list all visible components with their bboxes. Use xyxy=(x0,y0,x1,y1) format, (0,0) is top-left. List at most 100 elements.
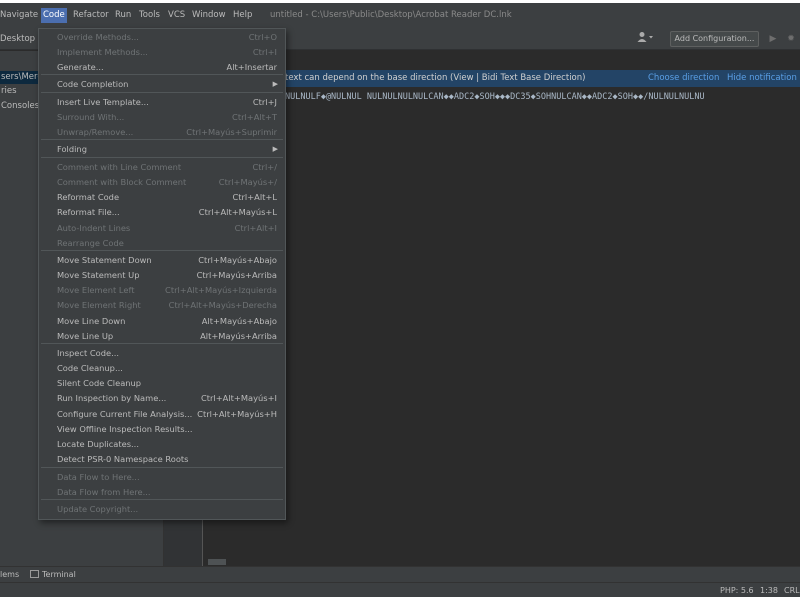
menu-item-shortcut: Ctrl+Alt+Mayús+I xyxy=(200,393,277,403)
menu-run[interactable]: Run xyxy=(115,8,131,23)
menu-item-label: Configure Current File Analysis... xyxy=(57,409,193,419)
menu-item-implement-methods[interactable]: Implement Methods... Ctrl+I xyxy=(39,45,285,60)
notification-banner: text can depend on the base direction (V… xyxy=(204,70,800,87)
menu-item-view-offline-inspection-results[interactable]: View Offline Inspection Results... xyxy=(39,422,285,437)
horizontal-scrollbar[interactable] xyxy=(208,559,226,565)
status-bar: PHP: 5.6 1:38 CRL xyxy=(0,582,800,597)
menu-item-label: Move Element Right xyxy=(57,300,141,310)
menu-item-label: Insert Live Template... xyxy=(57,97,149,107)
menu-vcs[interactable]: VCS xyxy=(168,8,185,23)
menu-item-folding[interactable]: Folding ▶ xyxy=(39,142,285,157)
menu-item-update-copyright[interactable]: Update Copyright... xyxy=(39,502,285,517)
menu-item-shortcut: Ctrl+/ xyxy=(252,162,277,172)
menu-item-rearrange-code[interactable]: Rearrange Code xyxy=(39,236,285,251)
menu-item-label: Comment with Block Comment xyxy=(57,177,187,187)
menu-item-reformat-file[interactable]: Reformat File... Ctrl+Alt+Mayús+L xyxy=(39,205,285,220)
caret-position[interactable]: 1:38 xyxy=(760,585,778,597)
menu-item-shortcut: Ctrl+Alt+L xyxy=(232,192,277,202)
menu-item-move-line-down[interactable]: Move Line Down Alt+Mayús+Abajo xyxy=(39,314,285,329)
menu-item-detect-psr-0-namespace-roots[interactable]: Detect PSR-0 Namespace Roots xyxy=(39,452,285,467)
menu-navigate[interactable]: Navigate xyxy=(0,8,38,23)
menu-help[interactable]: Help xyxy=(233,8,252,23)
menu-item-move-element-right[interactable]: Move Element Right Ctrl+Alt+Mayús+Derecha xyxy=(39,298,285,313)
add-configuration-button[interactable]: Add Configuration... xyxy=(670,31,759,47)
terminal-icon xyxy=(30,570,39,578)
terminal-tab-label: Terminal xyxy=(42,570,76,579)
menu-item-surround-with[interactable]: Surround With... Ctrl+Alt+T xyxy=(39,110,285,125)
menu-separator xyxy=(41,467,283,468)
editor-area[interactable] xyxy=(204,51,800,566)
menu-item-label: Folding xyxy=(57,144,87,154)
choose-direction-link[interactable]: Choose direction xyxy=(648,70,719,87)
menu-item-move-statement-up[interactable]: Move Statement Up Ctrl+Mayús+Arriba xyxy=(39,268,285,283)
menu-item-unwrap-remove[interactable]: Unwrap/Remove... Ctrl+Mayús+Suprimir xyxy=(39,125,285,140)
menu-tools[interactable]: Tools xyxy=(139,8,160,23)
menu-item-comment-with-block-comment[interactable]: Comment with Block Comment Ctrl+Mayús+/ xyxy=(39,175,285,190)
run-icon[interactable]: ▶ xyxy=(766,31,780,47)
menu-item-label: Auto-Indent Lines xyxy=(57,223,131,233)
menu-item-label: Move Statement Down xyxy=(57,255,152,265)
menu-item-inspect-code[interactable]: Inspect Code... xyxy=(39,346,285,361)
menu-item-label: Code Cleanup... xyxy=(57,363,123,373)
debug-icon[interactable]: ✹ xyxy=(784,31,798,47)
menu-item-label: Run Inspection by Name... xyxy=(57,393,167,403)
menu-item-label: Unwrap/Remove... xyxy=(57,127,134,137)
submenu-arrow-icon: ▶ xyxy=(272,80,278,88)
menu-item-label: Move Line Up xyxy=(57,331,114,341)
menu-code[interactable]: Code xyxy=(41,8,67,23)
menu-item-label: Rearrange Code xyxy=(57,238,124,248)
menu-item-label: Override Methods... xyxy=(57,32,139,42)
menu-item-label: Code Completion xyxy=(57,79,129,89)
menu-item-label: Data Flow from Here... xyxy=(57,487,151,497)
menu-item-shortcut: Ctrl+Alt+T xyxy=(232,112,277,122)
menu-item-label: Move Line Down xyxy=(57,316,126,326)
breadcrumb[interactable]: Desktop xyxy=(0,32,35,46)
menu-item-shortcut: Alt+Insertar xyxy=(226,62,277,72)
menu-item-label: Generate... xyxy=(57,62,104,72)
menu-separator xyxy=(41,499,283,500)
notification-text: text can depend on the base direction (V… xyxy=(285,73,586,83)
menu-item-data-flow-to-here[interactable]: Data Flow to Here... xyxy=(39,470,285,485)
menu-window[interactable]: Window xyxy=(192,8,226,23)
php-version[interactable]: PHP: 5.6 xyxy=(720,585,754,597)
menu-separator xyxy=(41,92,283,93)
menu-separator xyxy=(41,157,283,158)
hide-notification-link[interactable]: Hide notification xyxy=(727,70,797,87)
menu-item-move-line-up[interactable]: Move Line Up Alt+Mayús+Arriba xyxy=(39,329,285,344)
window-title: untitled - C:\Users\Public\Desktop\Acrob… xyxy=(270,10,512,20)
menu-item-data-flow-from-here[interactable]: Data Flow from Here... xyxy=(39,485,285,500)
menu-item-reformat-code[interactable]: Reformat Code Ctrl+Alt+L xyxy=(39,190,285,205)
menu-item-label: Detect PSR-0 Namespace Roots xyxy=(57,454,189,464)
menu-separator xyxy=(41,250,283,251)
menu-item-run-inspection-by-name[interactable]: Run Inspection by Name... Ctrl+Alt+Mayús+… xyxy=(39,391,285,406)
menu-item-label: Surround With... xyxy=(57,112,125,122)
menu-item-shortcut: Ctrl+Alt+Mayús+Izquierda xyxy=(165,285,277,295)
menu-item-label: View Offline Inspection Results... xyxy=(57,424,193,434)
code-menu-dropdown: Override Methods... Ctrl+O Implement Metho… xyxy=(38,28,286,520)
menu-item-code-completion[interactable]: Code Completion ▶ xyxy=(39,77,285,92)
menu-item-shortcut: Ctrl+Mayús+Abajo xyxy=(198,255,277,265)
line-separator[interactable]: CRL xyxy=(784,585,800,597)
menu-item-comment-with-line-comment[interactable]: Comment with Line Comment Ctrl+/ xyxy=(39,160,285,175)
menu-item-configure-current-file-analysis[interactable]: Configure Current File Analysis... Ctrl+A… xyxy=(39,407,285,422)
menu-item-code-cleanup[interactable]: Code Cleanup... xyxy=(39,361,285,376)
editor-code-line[interactable]: NULNULF◆@NULNUL NULNULNULNULCAN◆◆ADC2◆SO… xyxy=(285,91,800,104)
menu-item-silent-code-cleanup[interactable]: Silent Code Cleanup xyxy=(39,376,285,391)
menu-item-shortcut: Alt+Mayús+Arriba xyxy=(200,331,277,341)
menu-item-auto-indent-lines[interactable]: Auto-Indent Lines Ctrl+Alt+I xyxy=(39,221,285,236)
terminal-tab[interactable]: Terminal xyxy=(30,569,76,581)
menu-item-label: Comment with Line Comment xyxy=(57,162,182,172)
menu-item-insert-live-template[interactable]: Insert Live Template... Ctrl+J xyxy=(39,95,285,110)
problems-tab[interactable]: lems xyxy=(0,569,19,581)
menu-item-move-element-left[interactable]: Move Element Left Ctrl+Alt+Mayús+Izquierd… xyxy=(39,283,285,298)
user-icon[interactable] xyxy=(637,31,659,47)
menu-item-shortcut: Ctrl+I xyxy=(252,47,277,57)
menu-item-move-statement-down[interactable]: Move Statement Down Ctrl+Mayús+Abajo xyxy=(39,253,285,268)
menu-item-generate[interactable]: Generate... Alt+Insertar xyxy=(39,60,285,75)
menu-item-override-methods[interactable]: Override Methods... Ctrl+O xyxy=(39,30,285,45)
menu-refactor[interactable]: Refactor xyxy=(73,8,109,23)
menu-item-locate-duplicates[interactable]: Locate Duplicates... xyxy=(39,437,285,452)
menu-item-shortcut: Ctrl+O xyxy=(248,32,277,42)
ide-window: Navigate Code Refactor Run Tools VCS Win… xyxy=(0,3,800,597)
tool-window-bar: lems Terminal xyxy=(0,566,800,582)
